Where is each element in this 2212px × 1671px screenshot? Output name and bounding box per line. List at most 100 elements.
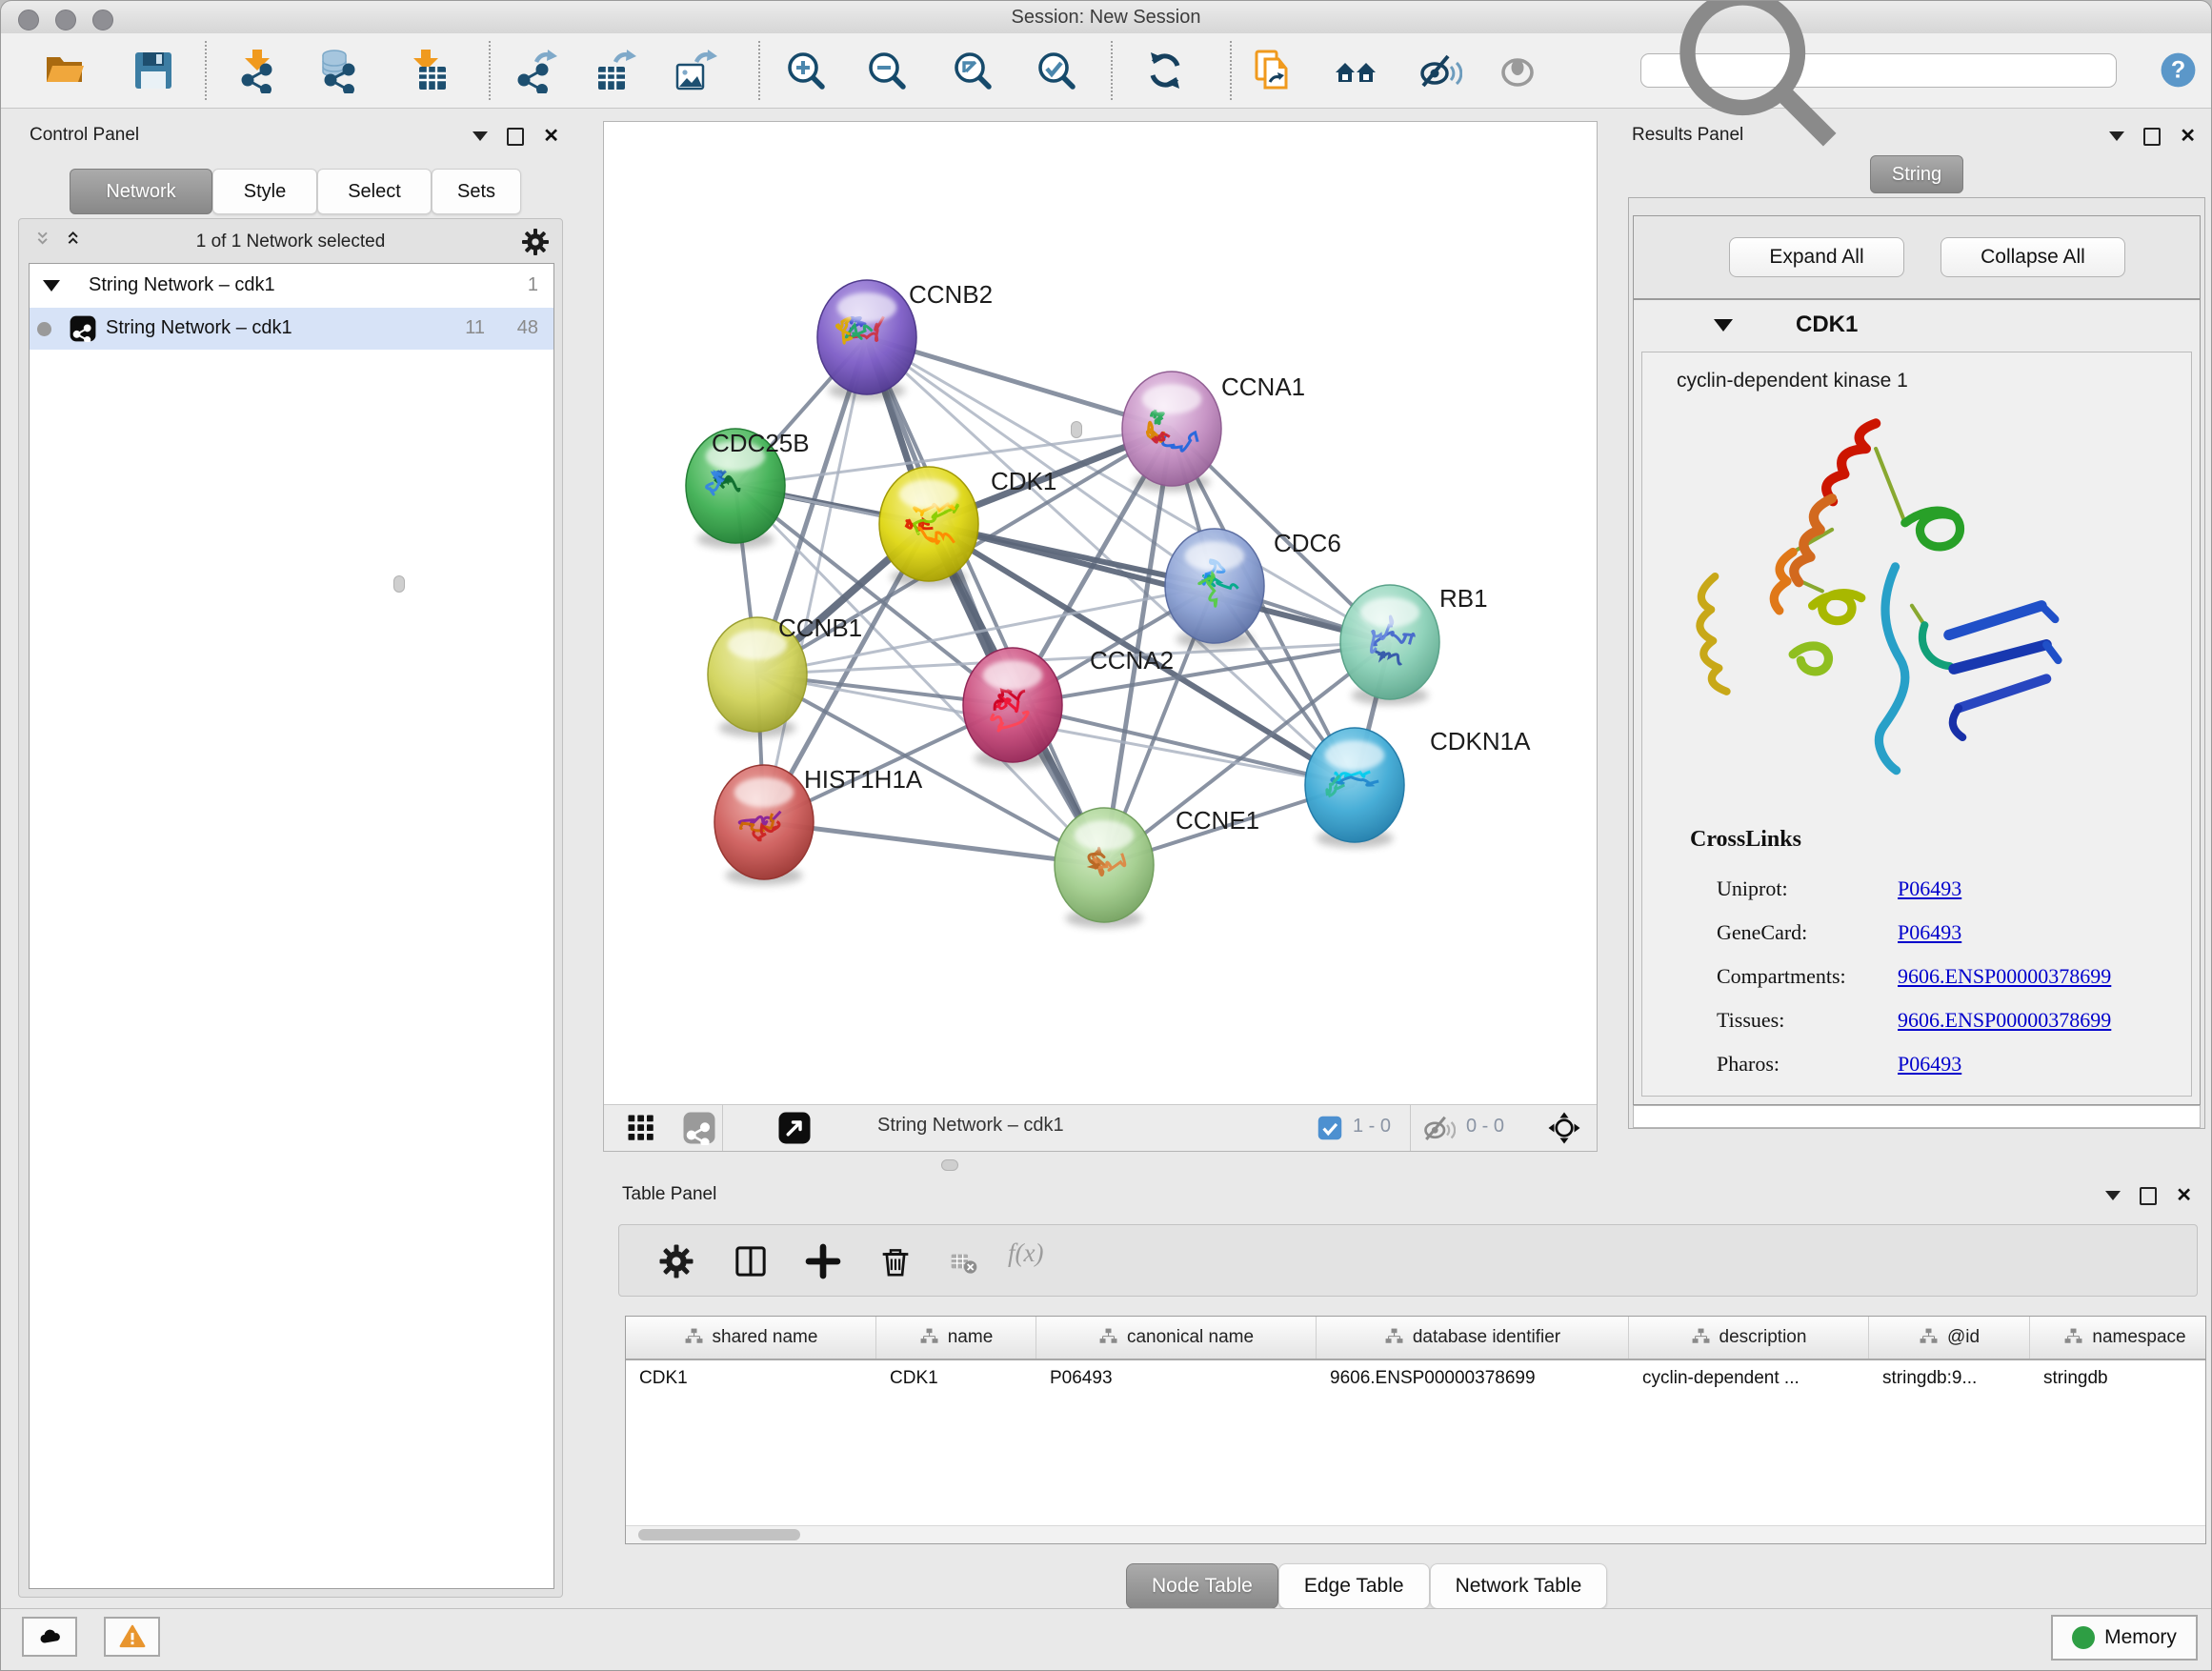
node-result-expander-icon[interactable] <box>1714 319 1733 332</box>
network-canvas[interactable]: CCNB2CCNA1CDC25BCDK1CDC6RB1CCNB1CCNA2CDK… <box>604 122 1597 1107</box>
column-header-description[interactable]: description <box>1629 1317 1869 1359</box>
crosslink-link[interactable]: 9606.ENSP00000378699 <box>1898 964 2111 989</box>
crosslink-link[interactable]: 9606.ENSP00000378699 <box>1898 1008 2111 1033</box>
control-panel-close-icon[interactable]: ✕ <box>543 127 559 146</box>
export-table-button[interactable] <box>587 46 640 95</box>
table-panel-collapse-icon[interactable] <box>2105 1191 2121 1200</box>
birds-eye-view-icon[interactable] <box>777 1111 812 1145</box>
network-node-CDK1[interactable] <box>879 467 978 587</box>
cloud-status-button[interactable] <box>22 1617 77 1657</box>
scrollbar-thumb[interactable] <box>638 1529 800 1540</box>
tab-edge-table[interactable]: Edge Table <box>1278 1563 1430 1609</box>
results-panel-collapse-icon[interactable] <box>2109 131 2124 141</box>
collapse-all-button[interactable]: Collapse All <box>1941 237 2125 277</box>
first-neighbors-button[interactable] <box>1329 46 1382 95</box>
splitter-grip[interactable] <box>1071 421 1082 438</box>
search-box[interactable] <box>1640 53 2117 88</box>
table-panel-close-icon[interactable]: ✕ <box>2176 1186 2192 1205</box>
table-horizontal-scrollbar[interactable] <box>626 1525 2205 1543</box>
export-image-button[interactable] <box>668 46 721 95</box>
view-grid-icon[interactable] <box>624 1111 658 1145</box>
show-columns-icon[interactable] <box>732 1242 770 1280</box>
zoom-fit-button[interactable] <box>946 46 999 95</box>
network-node-HIST1H1A[interactable] <box>714 765 814 885</box>
import-database-button[interactable] <box>314 46 368 95</box>
control-panel-collapse-icon[interactable] <box>473 131 488 141</box>
network-node-CCNE1[interactable] <box>1055 808 1154 928</box>
table-cell: CDK1 <box>626 1360 876 1397</box>
help-button[interactable]: ? <box>2158 50 2199 91</box>
table-panel-float-icon[interactable] <box>2140 1187 2157 1205</box>
table-options-gear-icon[interactable] <box>657 1242 695 1280</box>
table-cell: P06493 <box>1036 1360 1317 1397</box>
column-header-namespace[interactable]: namespace <box>2030 1317 2206 1359</box>
tab-node-table[interactable]: Node Table <box>1126 1563 1278 1609</box>
first-neighbors-icon <box>1333 48 1378 93</box>
node-result-header[interactable]: CDK1 <box>1634 300 2200 350</box>
warnings-button[interactable] <box>104 1617 160 1657</box>
results-scroll-strip <box>1633 1105 2201 1128</box>
annotation-share-icon[interactable] <box>682 1111 716 1145</box>
save-button[interactable] <box>127 46 180 95</box>
refresh-button[interactable] <box>1138 46 1192 95</box>
column-tree-icon <box>919 1327 940 1348</box>
network-tree-collection-row[interactable]: String Network – cdk1 1 <box>30 264 553 308</box>
column-header-id[interactable]: @id <box>1869 1317 2030 1359</box>
selected-checkbox-icon[interactable] <box>1317 1115 1343 1141</box>
network-options-gear-icon[interactable] <box>520 227 551 257</box>
hidden-eye-icon[interactable] <box>1421 1111 1456 1145</box>
table-row[interactable]: CDK1CDK1P064939606.ENSP00000378699cyclin… <box>626 1360 2205 1397</box>
search-input[interactable] <box>1879 59 2116 82</box>
import-network-button[interactable] <box>231 46 285 95</box>
copy-documents-button[interactable] <box>1246 46 1299 95</box>
column-header-sharedname[interactable]: shared name <box>626 1317 876 1359</box>
toolbar-separator <box>758 41 760 100</box>
column-header-databaseidentifier[interactable]: database identifier <box>1317 1317 1629 1359</box>
tab-network-table[interactable]: Network Table <box>1430 1563 1608 1609</box>
zoom-selected-button[interactable] <box>1030 46 1083 95</box>
toolbar-separator <box>489 41 491 100</box>
crosslink-label: Tissues: <box>1717 1008 1784 1032</box>
column-tree-icon <box>1919 1327 1940 1348</box>
zoom-out-button[interactable] <box>860 46 914 95</box>
expand-all-button[interactable]: Expand All <box>1729 237 1904 277</box>
zoom-fit-icon <box>950 48 995 93</box>
show-all-button[interactable] <box>1491 46 1544 95</box>
delete-column-icon[interactable] <box>876 1242 915 1280</box>
crosslink-link[interactable]: P06493 <box>1898 876 1961 901</box>
network-edge[interactable] <box>764 822 1104 865</box>
network-node-CDKN1A[interactable] <box>1305 728 1404 848</box>
memory-button[interactable]: Memory <box>2051 1615 2198 1661</box>
table-panel: Table Panel ✕ f(x) shared namenamecanoni… <box>603 1175 2212 1611</box>
column-header-name[interactable]: name <box>876 1317 1036 1359</box>
results-panel-float-icon[interactable] <box>2143 128 2161 146</box>
fit-selection-crosshair-icon[interactable] <box>1547 1111 1581 1145</box>
tab-select[interactable]: Select <box>317 169 432 214</box>
import-table-button[interactable] <box>400 46 453 95</box>
network-node-CDC6[interactable] <box>1165 529 1264 649</box>
node-label-CCNB2: CCNB2 <box>909 280 993 309</box>
network-node-CCNB2[interactable] <box>817 280 916 400</box>
export-network-button[interactable] <box>508 46 561 95</box>
tab-style[interactable]: Style <box>212 169 317 214</box>
tab-network[interactable]: Network <box>70 169 212 214</box>
network-node-CCNA1[interactable] <box>1122 372 1221 492</box>
control-panel-float-icon[interactable] <box>507 128 524 146</box>
tab-string[interactable]: String <box>1870 155 1963 193</box>
add-column-icon[interactable] <box>804 1242 842 1280</box>
tab-sets[interactable]: Sets <box>432 169 521 214</box>
splitter-grip[interactable] <box>941 1159 958 1171</box>
column-header-canonicalname[interactable]: canonical name <box>1036 1317 1317 1359</box>
splitter-grip[interactable] <box>393 575 405 593</box>
tree-expander-icon[interactable] <box>43 280 60 292</box>
network-node-RB1[interactable] <box>1340 585 1439 705</box>
hidden-node-edge-count: 0 - 0 <box>1466 1116 1504 1137</box>
network-tree-network-row[interactable]: String Network – cdk1 11 48 <box>30 308 553 350</box>
results-panel-close-icon[interactable]: ✕ <box>2180 127 2196 146</box>
zoom-in-button[interactable] <box>779 46 833 95</box>
crosslink-link[interactable]: P06493 <box>1898 920 1961 945</box>
network-graph[interactable]: CCNB2CCNA1CDC25BCDK1CDC6RB1CCNB1CCNA2CDK… <box>604 122 1597 1107</box>
open-folder-button[interactable] <box>39 46 92 95</box>
hide-selected-button[interactable] <box>1413 46 1466 95</box>
crosslink-link[interactable]: P06493 <box>1898 1052 1961 1077</box>
